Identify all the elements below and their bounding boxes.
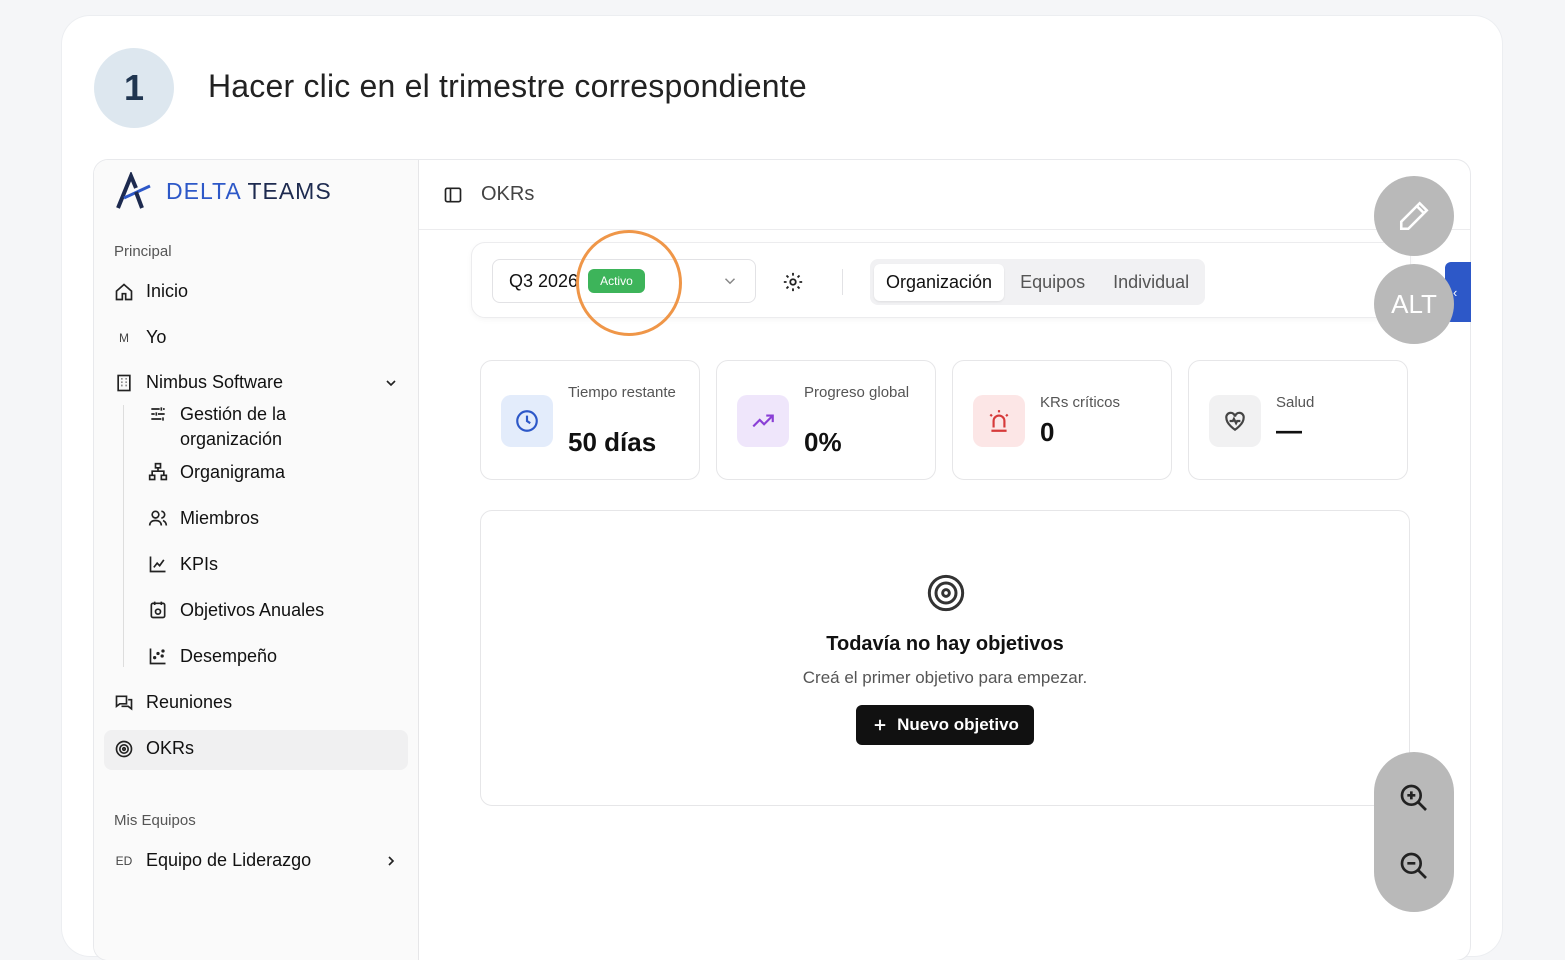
sliders-icon bbox=[151, 407, 165, 421]
target-icon bbox=[115, 740, 133, 757]
zoom-out-icon[interactable] bbox=[1398, 850, 1430, 882]
new-objective-button[interactable]: Nuevo objetivo bbox=[856, 705, 1034, 745]
home-icon bbox=[115, 282, 133, 300]
brand-logo[interactable]: DELTA TEAMS bbox=[114, 172, 332, 210]
team-initials-avatar: ED bbox=[115, 853, 133, 868]
gear-icon[interactable] bbox=[782, 271, 804, 293]
stat-card-salud: Salud — bbox=[1188, 360, 1408, 480]
empty-state: Todavía no hay objetivos Creá el primer … bbox=[480, 510, 1410, 806]
stat-label: Tiempo restante bbox=[568, 384, 676, 401]
stat-value: 0% bbox=[804, 427, 842, 457]
siren-icon bbox=[973, 395, 1025, 447]
sidebar: DELTA TEAMS Principal Inicio M Yo Nimbus… bbox=[94, 160, 419, 960]
sidebar-item-okrs[interactable]: OKRs bbox=[114, 738, 194, 759]
sidebar-item-yo[interactable]: M Yo bbox=[114, 327, 166, 348]
stat-card-tiempo: Tiempo restante 50 días bbox=[480, 360, 700, 480]
sidebar-item-organigrama[interactable]: Organigrama bbox=[148, 460, 285, 485]
brand-name: DELTA TEAMS bbox=[166, 177, 332, 204]
stat-label: Progreso global bbox=[804, 384, 910, 401]
building-icon bbox=[117, 374, 131, 391]
step-title: Hacer clic en el trimestre correspondien… bbox=[208, 68, 807, 104]
sidebar-item-kpis[interactable]: KPIs bbox=[148, 552, 218, 577]
sidebar-item-reuniones[interactable]: Reuniones bbox=[114, 692, 232, 713]
tab-equipos[interactable]: Equipos bbox=[1008, 264, 1097, 301]
sidebar-item-desempeno[interactable]: Desempeño bbox=[148, 644, 277, 669]
topbar: OKRs bbox=[419, 160, 1470, 230]
sidebar-item-team[interactable]: ED Equipo de Liderazgo bbox=[114, 850, 399, 871]
scatter-chart-icon bbox=[149, 648, 166, 665]
section-label-principal: Principal bbox=[114, 243, 172, 260]
chat-icon bbox=[115, 695, 133, 710]
sidebar-toggle-icon[interactable] bbox=[443, 185, 463, 205]
app-screenshot: DELTA TEAMS Principal Inicio M Yo Nimbus… bbox=[94, 160, 1470, 960]
trending-up-icon bbox=[737, 395, 789, 447]
stat-card-krs: KRs críticos 0 bbox=[952, 360, 1172, 480]
stat-label: KRs críticos bbox=[1040, 394, 1121, 411]
sidebar-item-org[interactable]: Nimbus Software bbox=[114, 372, 399, 393]
chevron-down-icon[interactable] bbox=[383, 375, 399, 391]
sidebar-item-objetivos[interactable]: Objetivos Anuales bbox=[148, 598, 324, 623]
page-title: OKRs bbox=[481, 183, 535, 205]
zoom-controls bbox=[1374, 752, 1454, 912]
tree-line bbox=[123, 405, 124, 667]
stat-label: Salud bbox=[1276, 394, 1315, 411]
tab-organizacion[interactable]: Organización bbox=[874, 263, 1005, 301]
plus-icon bbox=[874, 719, 886, 731]
edit-fab-button[interactable] bbox=[1374, 176, 1454, 256]
pencil-icon bbox=[1399, 201, 1429, 231]
click-highlight-circle bbox=[576, 230, 682, 336]
sidebar-item-miembros[interactable]: Miembros bbox=[148, 506, 259, 531]
sidebar-item-inicio[interactable]: Inicio bbox=[114, 281, 188, 302]
view-tabs: Organización Equipos Individual bbox=[870, 259, 1206, 305]
user-initial-avatar: M bbox=[119, 330, 129, 345]
alt-fab-button[interactable]: ALT bbox=[1374, 264, 1454, 344]
stat-value: 50 días bbox=[568, 427, 657, 457]
tab-individual[interactable]: Individual bbox=[1101, 264, 1201, 301]
step-card: 1 Hacer clic en el trimestre correspondi… bbox=[62, 16, 1502, 960]
heart-pulse-icon bbox=[1209, 395, 1261, 447]
chevron-down-icon bbox=[724, 278, 736, 285]
section-label-equipos: Mis Equipos bbox=[114, 812, 196, 829]
calendar-target-icon bbox=[150, 601, 166, 619]
clock-icon bbox=[501, 395, 553, 447]
step-number: 1 bbox=[94, 48, 174, 128]
main-content: OKRs Q3 2026 Activo Organización Equipos… bbox=[419, 160, 1470, 960]
empty-title: Todavía no hay objetivos bbox=[826, 633, 1064, 655]
stat-card-progreso: Progreso global 0% bbox=[716, 360, 936, 480]
empty-subtitle: Creá el primer objetivo para empezar. bbox=[802, 668, 1088, 687]
users-icon bbox=[148, 510, 168, 526]
divider bbox=[842, 269, 843, 295]
org-chart-icon bbox=[148, 462, 168, 481]
delta-logo-icon bbox=[116, 172, 151, 209]
kpi-chart-icon bbox=[149, 556, 166, 573]
zoom-in-icon[interactable] bbox=[1398, 782, 1430, 814]
stat-value: 0 bbox=[1040, 417, 1055, 447]
target-icon bbox=[927, 574, 965, 612]
quarter-value: Q3 2026 bbox=[509, 270, 579, 291]
chevron-right-icon[interactable] bbox=[383, 853, 399, 869]
sidebar-item-gestion[interactable]: Gestión de la organización bbox=[148, 402, 310, 452]
stat-value: — bbox=[1276, 415, 1302, 445]
